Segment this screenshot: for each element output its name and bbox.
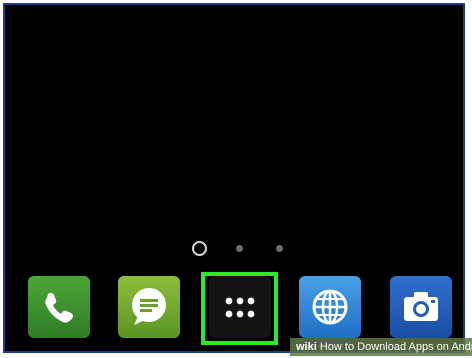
watermark-text: How to Download Apps on Android xyxy=(319,341,472,353)
browser-app-button[interactable] xyxy=(299,276,361,338)
page-indicator xyxy=(5,238,463,258)
phone-home-screen xyxy=(3,3,465,353)
watermark: wiki How to Download Apps on Android xyxy=(290,338,472,356)
page-dot[interactable] xyxy=(276,245,283,252)
page-dot-current[interactable] xyxy=(192,241,207,256)
screenshot-frame: wiki How to Download Apps on Android xyxy=(0,0,472,358)
watermark-brand: wiki xyxy=(296,341,317,353)
globe-icon xyxy=(312,289,348,325)
phone-app-button[interactable] xyxy=(28,276,90,338)
phone-icon xyxy=(45,292,74,323)
page-dot[interactable] xyxy=(236,245,243,252)
message-icon xyxy=(132,288,166,325)
camera-icon xyxy=(404,292,438,321)
messages-app-button[interactable] xyxy=(118,276,180,338)
highlight-box xyxy=(201,272,278,345)
camera-app-button[interactable] xyxy=(390,276,452,338)
